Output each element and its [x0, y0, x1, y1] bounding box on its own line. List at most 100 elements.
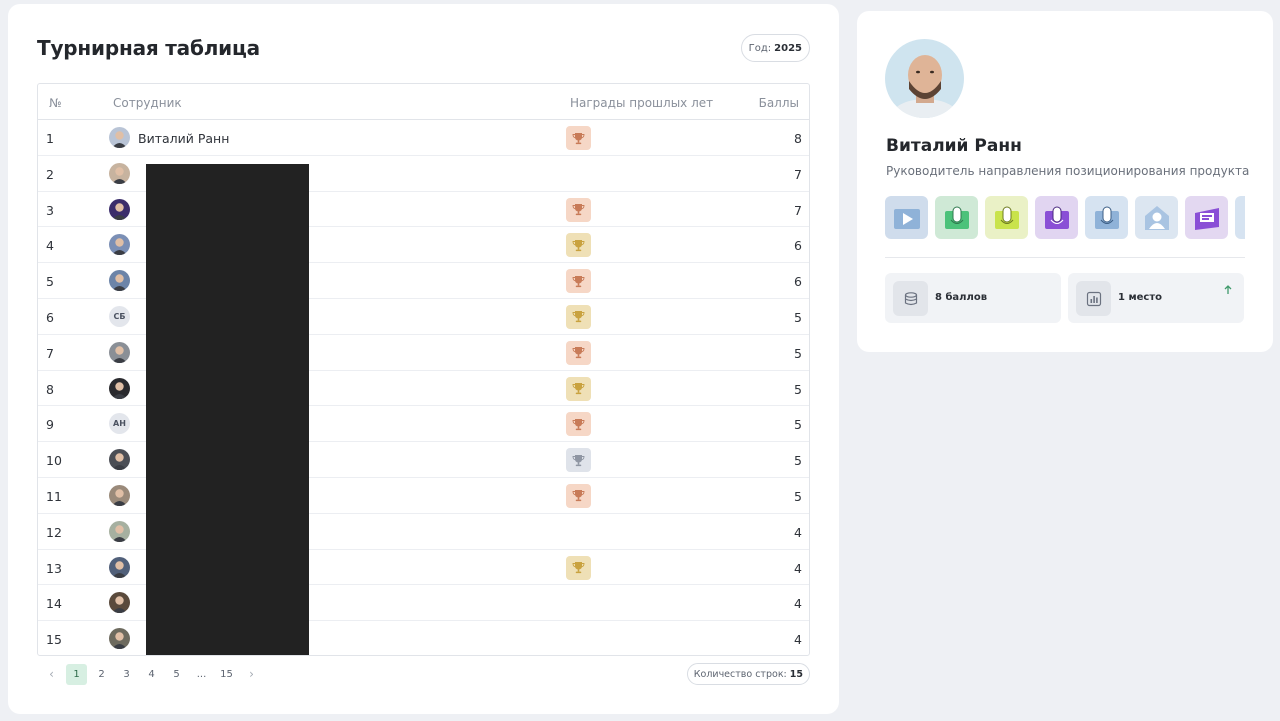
avatar — [109, 449, 130, 471]
column-header-points[interactable]: Баллы — [759, 96, 799, 110]
page-button[interactable]: 15 — [216, 664, 237, 685]
row-points: 4 — [794, 632, 802, 648]
row-points: 5 — [794, 345, 802, 361]
row-points: 4 — [794, 524, 802, 540]
points-stat: 8 баллов — [885, 273, 1061, 323]
bronze-trophy-icon[interactable] — [566, 340, 591, 365]
avatar — [109, 341, 130, 363]
page-button[interactable]: 5 — [166, 664, 187, 685]
mic-purple-badge-icon[interactable] — [1035, 196, 1078, 239]
mic-blue-badge-icon[interactable] — [1085, 196, 1128, 239]
bar-chart-icon — [1076, 281, 1111, 316]
avatar — [109, 592, 130, 614]
row-rank: 9 — [46, 417, 54, 433]
row-points: 7 — [794, 166, 802, 182]
row-rank: 8 — [46, 381, 54, 397]
monitor-badge-icon[interactable] — [1185, 196, 1228, 239]
year-filter[interactable]: Год: 2025 — [740, 34, 810, 62]
gold-trophy-icon[interactable] — [566, 555, 591, 580]
row-rank: 13 — [46, 560, 62, 576]
rows-per-page-select[interactable]: Количество строк: 15 — [686, 663, 810, 685]
bronze-trophy-icon[interactable] — [566, 197, 591, 222]
avatar — [109, 628, 130, 650]
partial-badge-icon[interactable] — [1235, 196, 1245, 239]
prev-page-icon[interactable]: ‹ — [41, 664, 62, 685]
column-header-employee[interactable]: Сотрудник — [113, 96, 182, 110]
silver-trophy-icon[interactable] — [566, 448, 591, 473]
page-list: 1 2 3 4 5... 15 — [66, 663, 237, 685]
profile-role: Руководитель направления позиционировани… — [886, 164, 1250, 178]
rows-per-page-label: Количество строк: — [693, 668, 787, 680]
play-badge-icon[interactable] — [885, 196, 928, 239]
row-points: 6 — [794, 238, 802, 254]
next-page-icon[interactable]: › — [241, 664, 262, 685]
row-rank: 11 — [46, 488, 62, 504]
bronze-trophy-icon[interactable] — [566, 126, 591, 150]
avatar-initials: АН — [109, 413, 130, 435]
page-button[interactable]: 1 — [66, 663, 87, 685]
points-stat-text: 8 баллов — [935, 292, 988, 303]
place-stat-text: 1 место — [1118, 292, 1162, 303]
profile-name: Виталий Ранн — [886, 136, 1022, 156]
page-button[interactable]: 4 — [141, 664, 162, 685]
row-rank: 5 — [46, 274, 54, 290]
avatar — [109, 377, 130, 399]
avatar — [109, 270, 130, 292]
pagination: ‹ 1 2 3 4 5... 15 › — [41, 663, 262, 685]
table-row[interactable]: 1 Виталий Ранн 8 — [38, 120, 809, 156]
leaderboard-panel: Турнирная таблица Год: 2025 № Сотрудник … — [8, 4, 839, 714]
redacted-names-block — [146, 164, 309, 655]
row-points: 5 — [794, 488, 802, 504]
bronze-trophy-icon[interactable] — [566, 483, 591, 508]
profile-avatar — [885, 39, 964, 118]
column-header-awards[interactable]: Награды прошлых лет — [570, 96, 713, 110]
row-rank: 10 — [46, 453, 62, 469]
avatar — [109, 556, 130, 578]
gold-trophy-icon[interactable] — [566, 233, 591, 258]
row-rank: 1 — [46, 131, 54, 146]
row-rank: 6 — [46, 309, 54, 325]
table-header: № Сотрудник Награды прошлых лет Баллы — [38, 84, 809, 120]
bronze-trophy-icon[interactable] — [566, 269, 591, 294]
page-button[interactable]: 2 — [91, 664, 112, 685]
row-points: 5 — [794, 453, 802, 469]
profile-panel: Виталий Ранн Руководитель направления по… — [857, 11, 1273, 352]
badge-list — [885, 196, 1245, 240]
gold-trophy-icon[interactable] — [566, 304, 591, 329]
row-rank: 14 — [46, 596, 62, 612]
row-points: 6 — [794, 274, 802, 290]
page-button[interactable]: 3 — [116, 664, 137, 685]
avatar-initials: СБ — [109, 305, 130, 327]
row-rank: 7 — [46, 345, 54, 361]
row-rank: 12 — [46, 524, 62, 540]
row-points: 5 — [794, 381, 802, 397]
year-filter-label: Год: — [748, 42, 772, 54]
avatar — [109, 162, 130, 184]
row-points: 5 — [794, 417, 802, 433]
column-header-num[interactable]: № — [49, 96, 61, 110]
row-points: 8 — [794, 131, 802, 146]
gold-trophy-icon[interactable] — [566, 376, 591, 401]
place-stat: 1 место — [1068, 273, 1244, 323]
avatar — [109, 484, 130, 506]
profile-divider — [885, 257, 1245, 258]
avatar — [109, 234, 130, 256]
row-rank: 15 — [46, 632, 62, 648]
row-points: 7 — [794, 202, 802, 218]
mic-green-badge-icon[interactable] — [935, 196, 978, 239]
arrow-up-icon — [1223, 281, 1233, 300]
page-title: Турнирная таблица — [37, 36, 260, 60]
rows-per-page-value: 15 — [789, 668, 803, 680]
coins-icon — [893, 281, 928, 316]
year-filter-value: 2025 — [774, 42, 802, 54]
employee-name[interactable]: Виталий Ранн — [138, 131, 229, 146]
bronze-trophy-icon[interactable] — [566, 412, 591, 437]
row-points: 5 — [794, 309, 802, 325]
avatar — [109, 198, 130, 220]
row-points: 4 — [794, 560, 802, 576]
avatar — [109, 127, 130, 148]
person-badge-icon[interactable] — [1135, 196, 1178, 239]
row-rank: 4 — [46, 238, 54, 254]
avatar — [109, 520, 130, 542]
mic-lime-badge-icon[interactable] — [985, 196, 1028, 239]
